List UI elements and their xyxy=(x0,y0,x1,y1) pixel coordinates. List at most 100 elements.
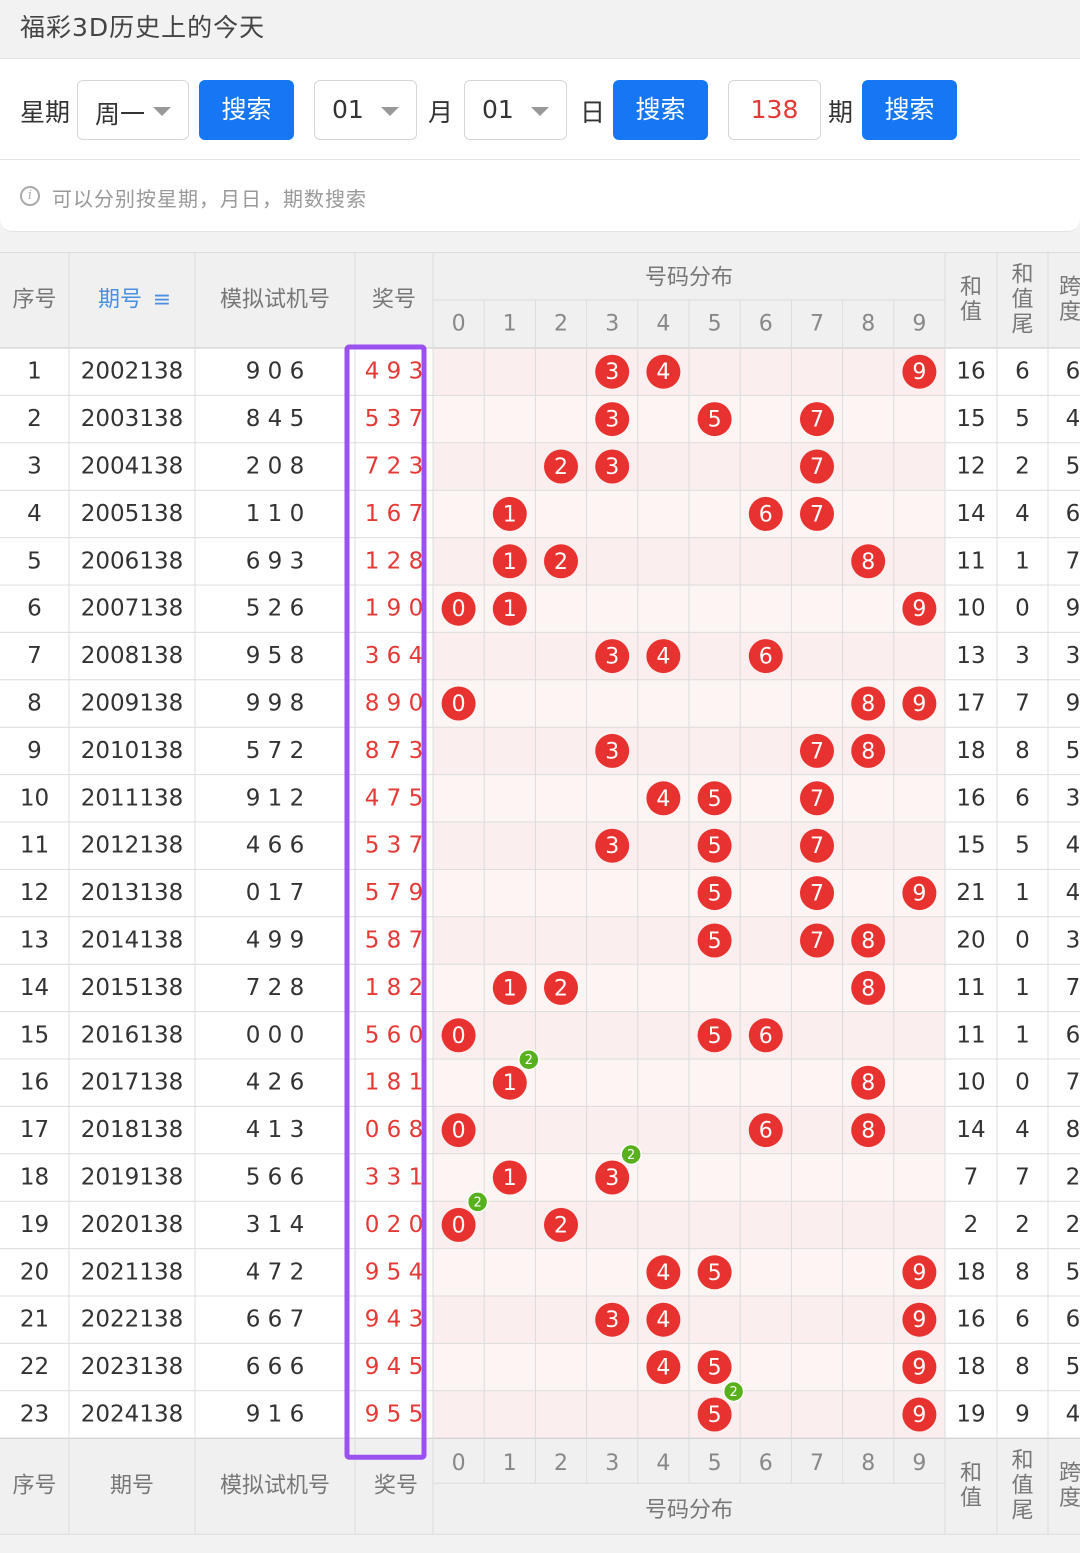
row-prize-number: 1 8 1 xyxy=(365,1070,424,1096)
row-seq: 21 xyxy=(20,1307,49,1333)
month-select[interactable]: 01 xyxy=(314,80,417,140)
row-prize-number: 7 2 3 xyxy=(365,454,424,480)
header-prize: 奖号 xyxy=(372,288,416,313)
history-table: 序号 期号 ≡ 模拟试机号 奖号 号码分布 0 1 2 3 4 5 6 7 8 9 和值和值尾跨度 1 200213… xyxy=(0,252,1080,1537)
weekday-select[interactable]: 周一 xyxy=(77,80,189,140)
issue-search-button[interactable]: 搜索 xyxy=(862,80,957,140)
row-prize-number: 0 6 8 xyxy=(365,1117,424,1143)
row-sum-tail: 0 xyxy=(1015,928,1030,954)
number-ball-label: 7 xyxy=(810,455,824,480)
row-trial-number: 6 9 3 xyxy=(246,548,305,574)
issue-input[interactable]: 138 xyxy=(728,80,821,140)
sort-icon[interactable]: ≡ xyxy=(153,288,171,313)
header-sum-tail: 尾 xyxy=(1011,313,1033,338)
row-span: 4 xyxy=(1066,880,1080,906)
row-span: 7 xyxy=(1066,975,1080,1001)
row-sum: 11 xyxy=(956,548,985,574)
number-ball-label: 3 xyxy=(605,1308,619,1333)
footer-digit: 6 xyxy=(759,1451,773,1476)
row-sum-tail: 1 xyxy=(1015,975,1030,1001)
row-sum: 19 xyxy=(956,1402,985,1428)
number-ball-label: 5 xyxy=(708,1024,722,1049)
row-span: 3 xyxy=(1066,643,1080,669)
row-sum-tail: 0 xyxy=(1015,1070,1030,1096)
number-ball-label: 3 xyxy=(605,455,619,480)
header-digit: 6 xyxy=(759,312,773,337)
row-seq: 9 xyxy=(27,738,42,764)
row-sum-tail: 6 xyxy=(1015,359,1030,385)
footer-digit: 4 xyxy=(656,1451,670,1476)
header-digit: 0 xyxy=(452,312,466,337)
date-search-button[interactable]: 搜索 xyxy=(613,80,708,140)
row-span: 7 xyxy=(1066,1070,1080,1096)
row-trial-number: 4 2 6 xyxy=(246,1070,305,1096)
weekday-search-button[interactable]: 搜索 xyxy=(199,80,294,140)
row-sum-tail: 8 xyxy=(1015,738,1030,764)
row-span: 5 xyxy=(1066,1259,1080,1285)
footer-prize: 奖号 xyxy=(374,1474,418,1499)
row-prize-number: 1 2 8 xyxy=(365,548,424,574)
row-trial-number: 9 9 8 xyxy=(246,691,305,717)
month-select-value: 01 xyxy=(332,95,364,124)
number-ball-label: 5 xyxy=(708,882,722,907)
row-prize-number: 5 3 7 xyxy=(365,406,424,432)
row-trial-number: 3 1 4 xyxy=(246,1212,305,1238)
row-sum-tail: 7 xyxy=(1015,691,1030,717)
row-trial-number: 5 2 6 xyxy=(246,596,305,622)
footer-sum-tail: 尾 xyxy=(1011,1499,1033,1524)
header-digit: 9 xyxy=(912,312,926,337)
row-issue: 2023138 xyxy=(81,1354,183,1380)
row-seq: 12 xyxy=(20,880,49,906)
header-digit: 2 xyxy=(554,312,568,337)
issue-label: 期 xyxy=(828,98,854,127)
header-seq: 序号 xyxy=(12,288,56,313)
footer-digit: 8 xyxy=(861,1451,875,1476)
row-prize-number: 9 4 5 xyxy=(365,1354,424,1380)
row-sum-tail: 9 xyxy=(1015,1402,1030,1428)
day-select[interactable]: 01 xyxy=(464,80,567,140)
row-issue: 2021138 xyxy=(81,1259,183,1285)
month-label: 月 xyxy=(428,98,454,127)
row-issue: 2014138 xyxy=(81,928,183,954)
number-ball-label: 6 xyxy=(759,1024,773,1049)
number-ball-label: 7 xyxy=(810,787,824,812)
row-sum: 15 xyxy=(956,833,985,859)
number-ball-label: 9 xyxy=(912,882,926,907)
row-seq: 5 xyxy=(27,548,42,574)
chevron-down-icon xyxy=(153,107,171,116)
row-seq: 23 xyxy=(20,1402,49,1428)
row-seq: 7 xyxy=(27,643,42,669)
row-sum-tail: 6 xyxy=(1015,785,1030,811)
number-ball-label: 4 xyxy=(656,1261,670,1286)
row-prize-number: 9 5 4 xyxy=(365,1259,424,1285)
number-ball-label: 8 xyxy=(861,976,875,1001)
row-sum: 18 xyxy=(956,738,985,764)
number-ball-label: 0 xyxy=(452,1024,466,1049)
number-ball-label: 3 xyxy=(605,360,619,385)
row-seq: 14 xyxy=(20,975,49,1001)
row-seq: 16 xyxy=(20,1070,49,1096)
number-ball-label: 1 xyxy=(503,550,517,575)
weekday-select-value: 周一 xyxy=(95,100,146,129)
header-digit: 3 xyxy=(605,312,619,337)
number-ball-label: 5 xyxy=(708,1403,722,1428)
row-prize-number: 5 8 7 xyxy=(365,928,424,954)
number-ball-label: 8 xyxy=(861,739,875,764)
number-ball-label: 6 xyxy=(759,502,773,527)
row-seq: 22 xyxy=(20,1354,49,1380)
row-prize-number: 8 9 0 xyxy=(365,691,424,717)
footer-issue: 期号 xyxy=(110,1474,154,1499)
row-issue: 2005138 xyxy=(81,501,183,527)
number-ball-label: 1 xyxy=(503,502,517,527)
row-span: 7 xyxy=(1066,548,1080,574)
row-sum-tail: 6 xyxy=(1015,1307,1030,1333)
row-trial-number: 4 7 2 xyxy=(246,1259,305,1285)
row-issue: 2022138 xyxy=(81,1307,183,1333)
row-sum: 16 xyxy=(956,359,985,385)
row-sum: 10 xyxy=(956,596,985,622)
row-trial-number: 6 6 7 xyxy=(246,1307,305,1333)
row-trial-number: 7 2 8 xyxy=(246,975,305,1001)
row-issue: 2017138 xyxy=(81,1070,183,1096)
row-prize-number: 9 5 5 xyxy=(365,1402,424,1428)
header-digit: 8 xyxy=(861,312,875,337)
